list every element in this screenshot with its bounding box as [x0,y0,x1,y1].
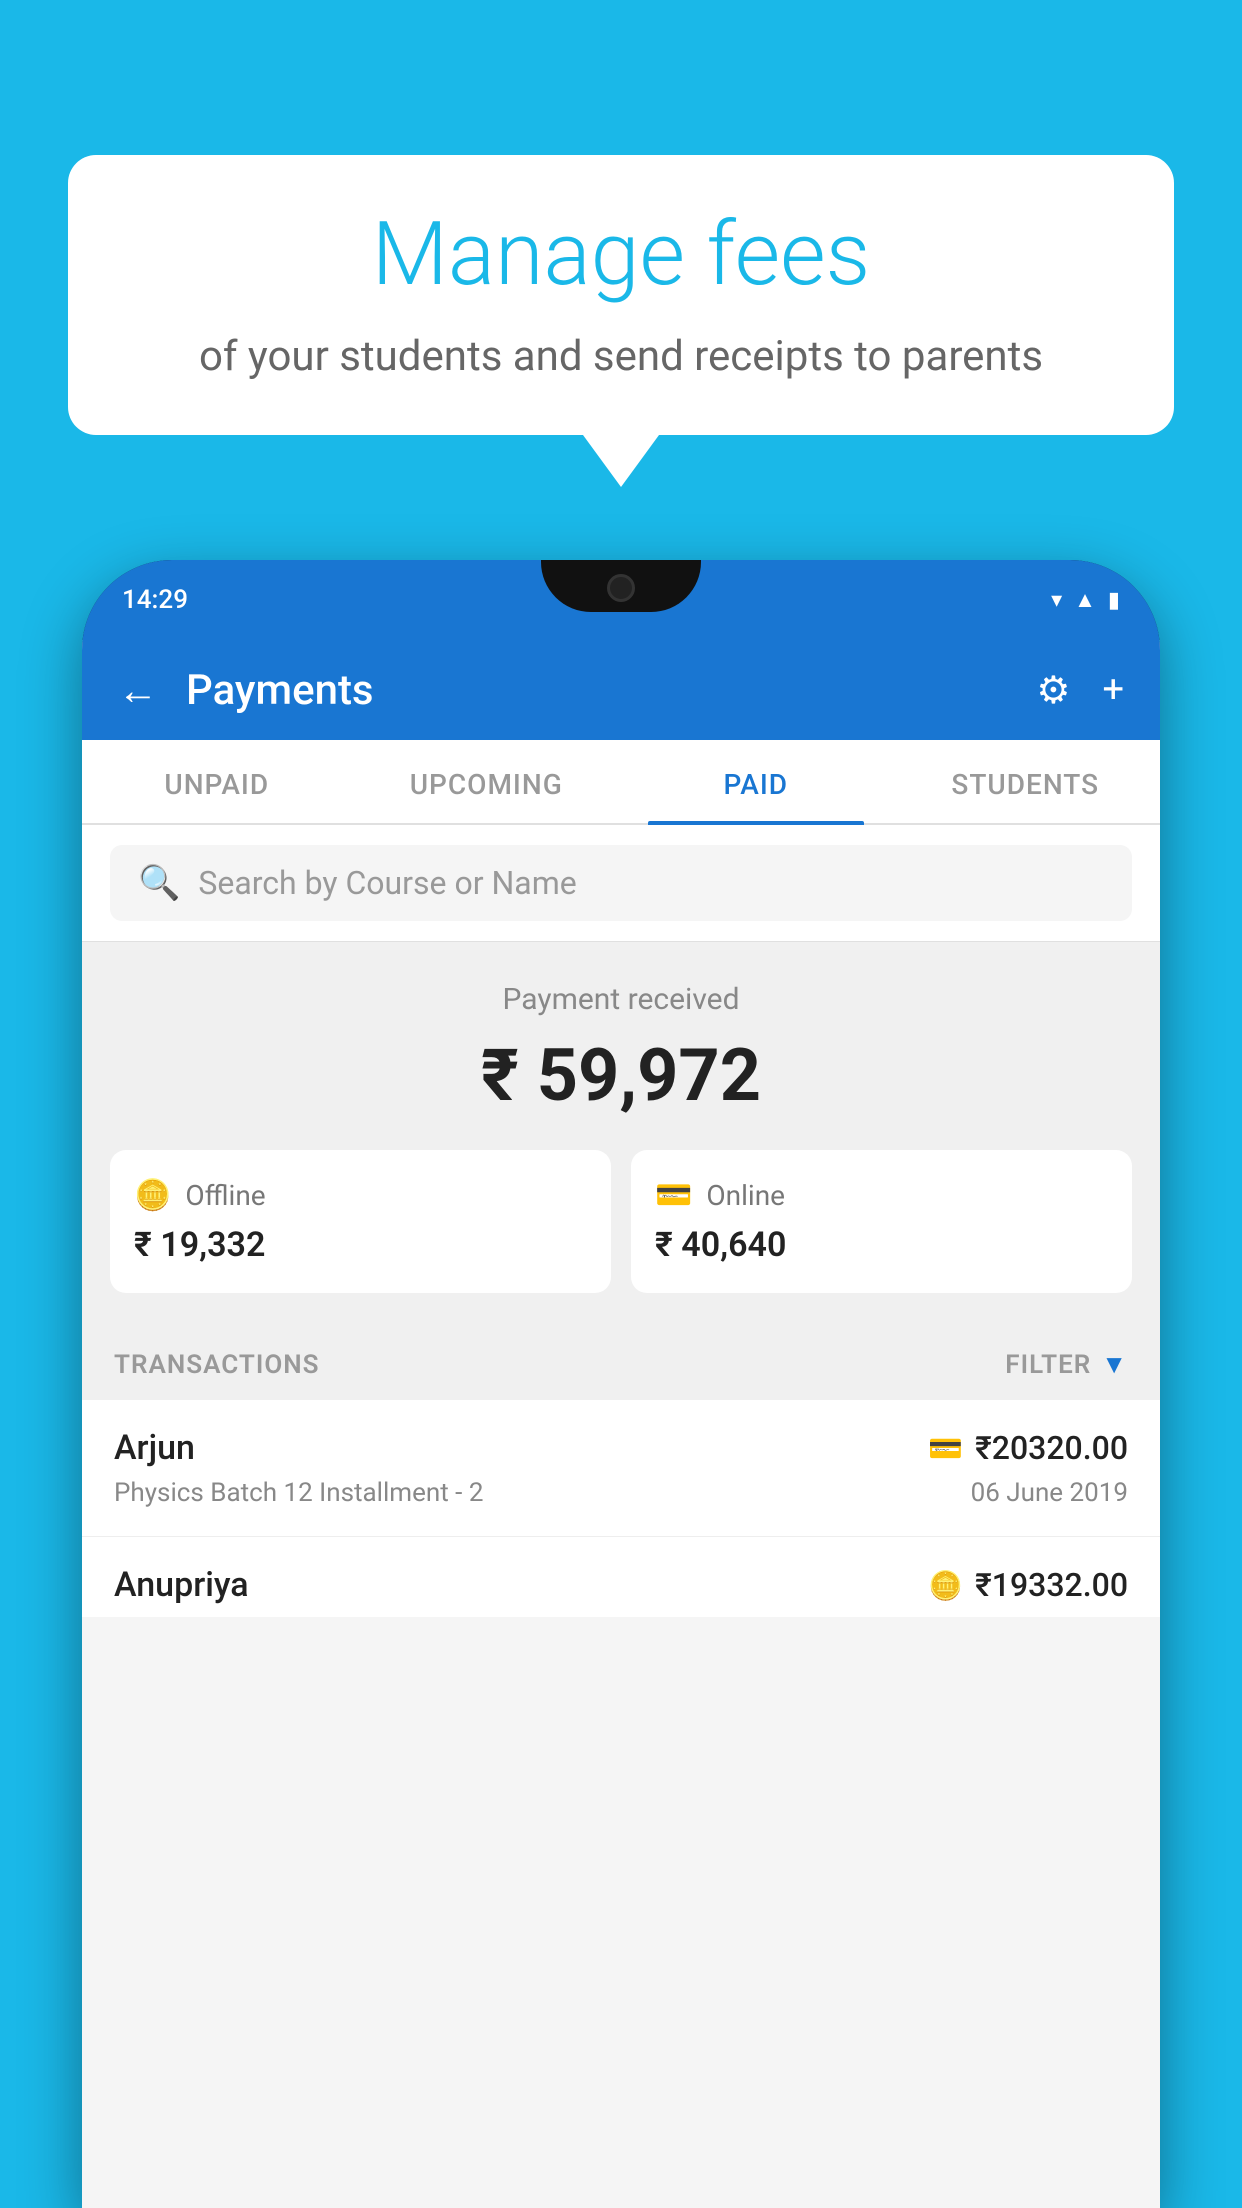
battery-icon: ▮ [1108,588,1120,613]
speech-bubble: Manage fees of your students and send re… [68,155,1174,435]
settings-icon[interactable]: ⚙ [1036,668,1070,713]
wifi-icon: ▾ [1051,588,1062,613]
transaction-detail: Physics Batch 12 Installment - 2 [114,1478,483,1508]
transactions-label: TRANSACTIONS [114,1350,320,1380]
cash-payment-icon: 🪙 [928,1569,963,1602]
phone-notch [541,560,701,612]
add-icon[interactable]: + [1102,668,1124,712]
speech-bubble-section: Manage fees of your students and send re… [68,155,1174,487]
status-time: 14:29 [122,585,188,615]
transaction-row-partial[interactable]: Anupriya 🪙 ₹19332.00 [82,1537,1160,1617]
bubble-title: Manage fees [128,207,1114,304]
transaction-top: Arjun 💳 ₹20320.00 [114,1428,1128,1468]
payment-received-label: Payment received [110,982,1132,1017]
transaction-row[interactable]: Arjun 💳 ₹20320.00 Physics Batch 12 Insta… [82,1400,1160,1537]
filter-button[interactable]: FILTER ▼ [1005,1349,1128,1380]
phone-camera [607,574,635,602]
online-card: 💳 Online ₹ 40,640 [631,1150,1132,1293]
search-box[interactable]: 🔍 Search by Course or Name [110,845,1132,921]
signal-icon: ▲ [1074,587,1096,613]
filter-icon: ▼ [1101,1349,1128,1380]
transaction-amount-row: 💳 ₹20320.00 [928,1429,1128,1467]
app-header: ← Payments ⚙ + [82,640,1160,740]
offline-card: 🪙 Offline ₹ 19,332 [110,1150,611,1293]
transaction-amount-2: ₹19332.00 [975,1566,1128,1604]
tab-upcoming[interactable]: UPCOMING [352,740,622,823]
tabs-bar: UNPAID UPCOMING PAID STUDENTS [82,740,1160,825]
transaction-partial-top: Anupriya 🪙 ₹19332.00 [114,1565,1128,1605]
online-label: Online [706,1179,785,1212]
filter-label: FILTER [1005,1350,1091,1380]
status-icons: ▾ ▲ ▮ [1051,587,1120,613]
app-screen: ← Payments ⚙ + UNPAID UPCOMING PAID STUD… [82,640,1160,2208]
offline-amount: ₹ 19,332 [134,1225,587,1265]
offline-label: Offline [185,1179,265,1212]
payment-total-amount: ₹ 59,972 [110,1033,1132,1118]
status-bar: 14:29 ▾ ▲ ▮ [82,560,1160,640]
transaction-date: 06 June 2019 [971,1478,1128,1508]
transaction-name: Arjun [114,1428,195,1468]
back-button[interactable]: ← [118,667,158,714]
search-icon: 🔍 [138,863,180,903]
bubble-arrow [583,435,659,487]
tab-unpaid[interactable]: UNPAID [82,740,352,823]
tab-paid[interactable]: PAID [621,740,891,823]
card-payment-icon: 💳 [928,1432,963,1465]
online-amount: ₹ 40,640 [655,1225,1108,1265]
header-actions: ⚙ + [1036,668,1124,713]
payment-cards: 🪙 Offline ₹ 19,332 💳 Online ₹ 40,640 [110,1150,1132,1293]
transactions-header: TRANSACTIONS FILTER ▼ [82,1325,1160,1400]
online-card-header: 💳 Online [655,1178,1108,1213]
search-container: 🔍 Search by Course or Name [82,825,1160,942]
payment-summary: Payment received ₹ 59,972 🪙 Offline ₹ 19… [82,942,1160,1325]
search-placeholder: Search by Course or Name [198,864,576,902]
tab-students[interactable]: STUDENTS [891,740,1161,823]
transaction-name-2: Anupriya [114,1565,249,1605]
phone-frame: 14:29 ▾ ▲ ▮ ← Payments ⚙ + UNPAID UPCOMI… [82,560,1160,2208]
offline-card-header: 🪙 Offline [134,1178,587,1213]
offline-icon: 🪙 [134,1178,171,1213]
bubble-subtitle: of your students and send receipts to pa… [128,328,1114,387]
page-title: Payments [186,666,1036,715]
transaction-amount-row-2: 🪙 ₹19332.00 [928,1566,1128,1604]
transaction-bottom: Physics Batch 12 Installment - 2 06 June… [114,1478,1128,1508]
transaction-amount: ₹20320.00 [975,1429,1128,1467]
online-icon: 💳 [655,1178,692,1213]
